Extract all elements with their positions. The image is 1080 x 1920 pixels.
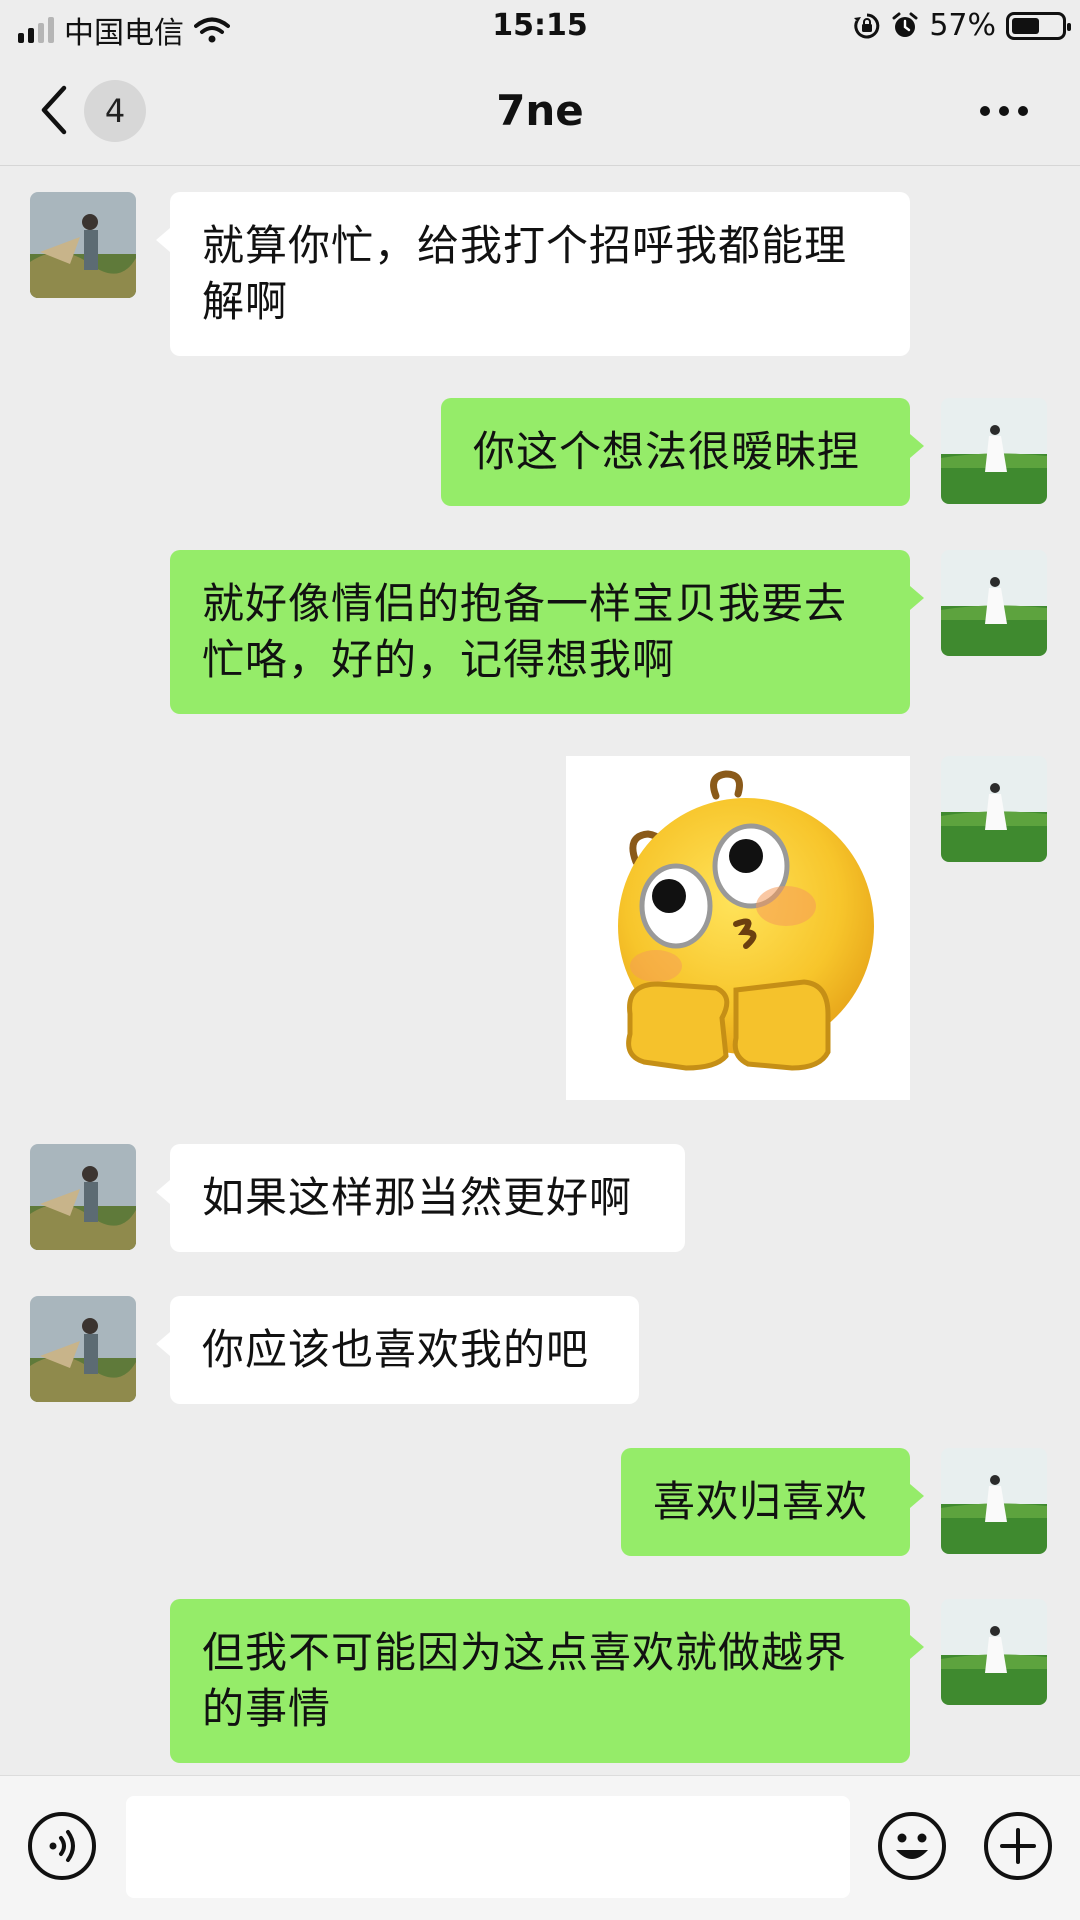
voice-icon[interactable] (26, 1810, 98, 1882)
message-bubble-outgoing[interactable]: 喜欢归喜欢 (621, 1448, 924, 1556)
emoji-pleading-face-sticker[interactable] (566, 756, 910, 1100)
self-avatar[interactable] (941, 1448, 1047, 1554)
status-right: 57% (853, 8, 1071, 43)
battery-level-fill (1012, 17, 1039, 34)
orientation-lock-icon (854, 13, 880, 38)
chat-title: 7ne (496, 86, 584, 135)
message-input[interactable] (126, 1796, 850, 1898)
message-bubble-incoming[interactable]: 就算你忙，给我打个招呼我都能理解啊 (156, 192, 910, 356)
battery-icon (1006, 11, 1071, 40)
message-bubble-incoming[interactable]: 你应该也喜欢我的吧 (156, 1296, 639, 1404)
message-bubble-incoming[interactable]: 如果这样那当然更好啊 (156, 1144, 685, 1252)
status-bar: 中国电信 15:15 57% (0, 0, 1080, 56)
self-avatar[interactable] (941, 398, 1047, 504)
message-bubble-outgoing[interactable]: 你这个想法很暧昧捏 (441, 398, 924, 506)
chat-header: 4 7ne (0, 56, 1080, 166)
message-bubble-outgoing[interactable]: 但我不可能因为这点喜欢就做越界的事情 (170, 1599, 924, 1763)
contact-avatar[interactable] (30, 1144, 136, 1250)
self-avatar[interactable] (941, 1599, 1047, 1705)
more-dots-icon[interactable] (980, 106, 1028, 116)
plus-icon[interactable] (982, 1810, 1054, 1882)
alarm-icon (892, 12, 918, 37)
contact-avatar[interactable] (30, 1296, 136, 1402)
chat-input-bar (0, 1775, 1080, 1920)
message-bubble-outgoing[interactable]: 就好像情侣的抱备一样宝贝我要去忙咯，好的，记得想我啊 (170, 550, 924, 714)
self-avatar[interactable] (941, 550, 1047, 656)
smiley-icon[interactable] (876, 1810, 948, 1882)
battery-percent: 57% (929, 8, 996, 43)
self-avatar[interactable] (941, 756, 1047, 862)
contact-avatar[interactable] (30, 192, 136, 298)
